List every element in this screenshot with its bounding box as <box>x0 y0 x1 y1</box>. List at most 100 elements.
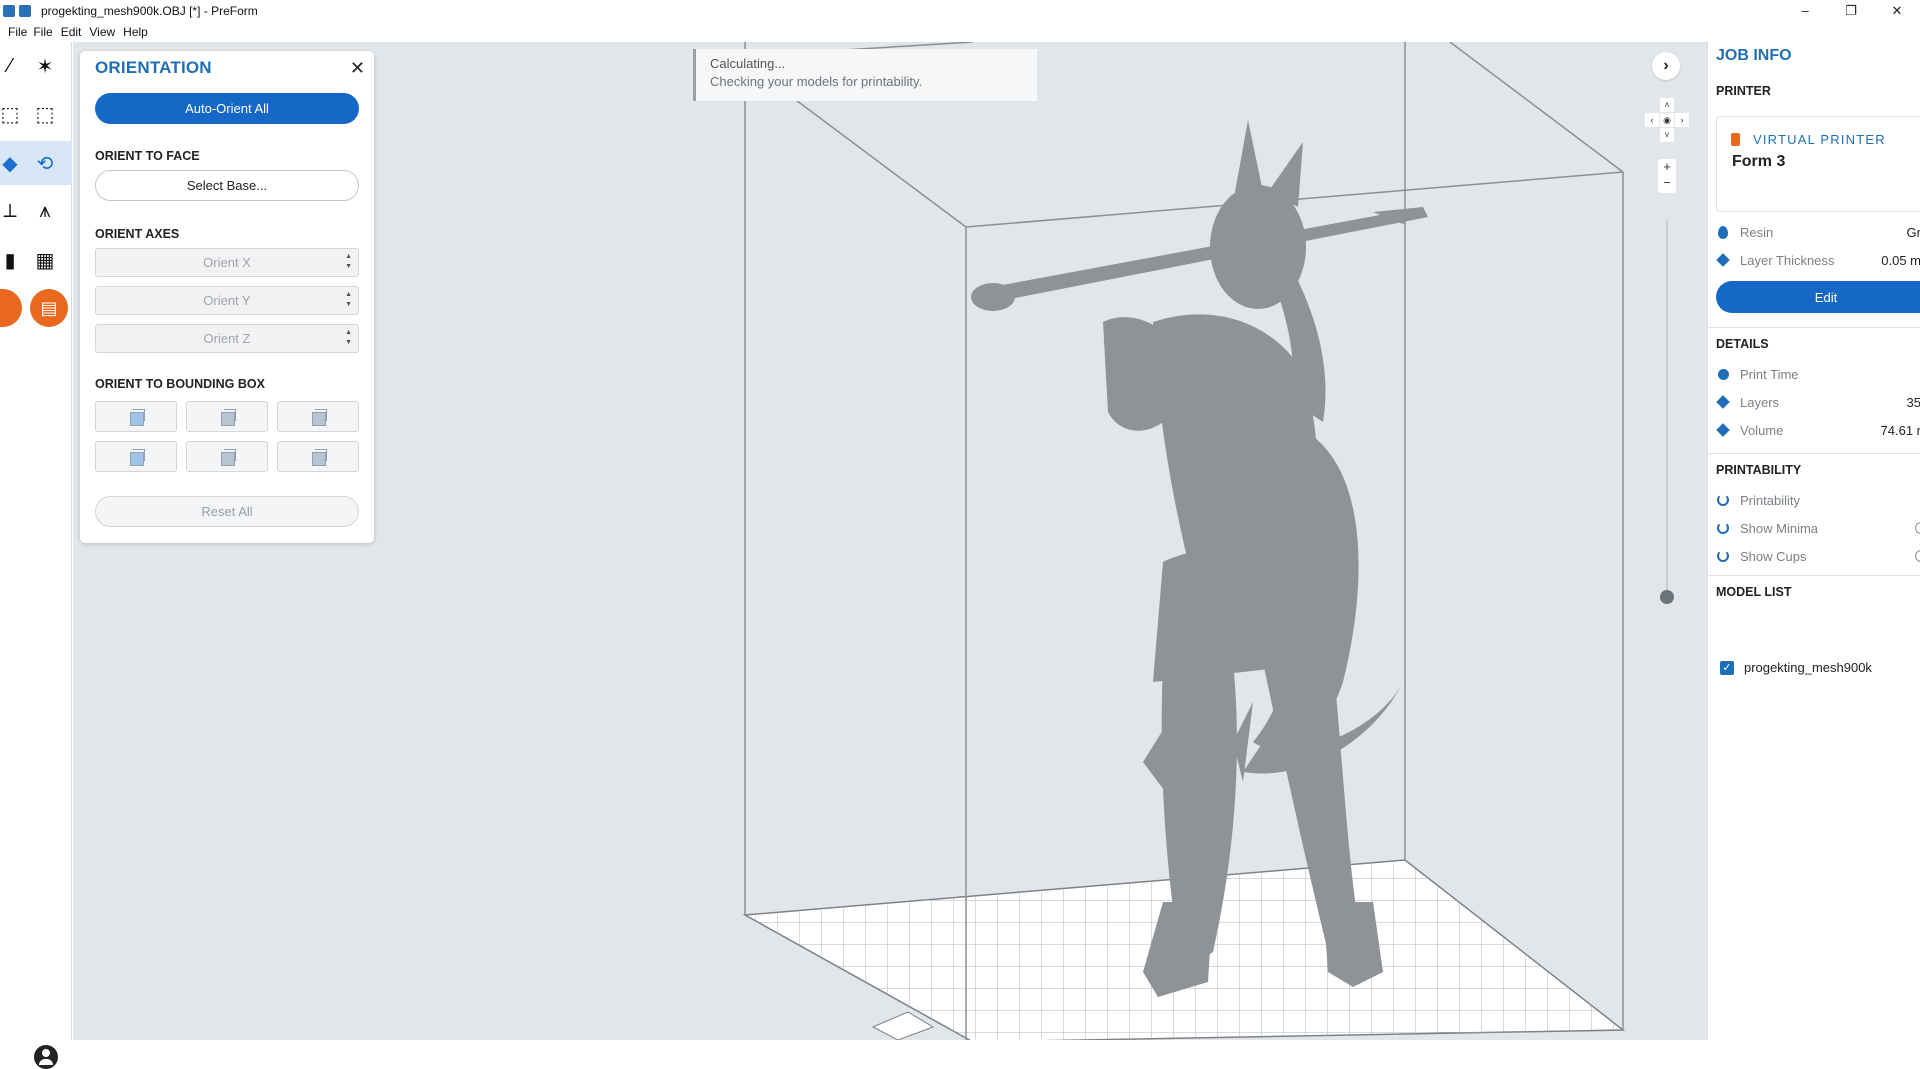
auto-orient-all-button[interactable]: Auto-Orient All <box>95 93 359 124</box>
app-icon <box>3 4 15 17</box>
printability-row: Printability <box>1716 490 1920 510</box>
model-list-label: MODEL LIST <box>1716 585 1792 599</box>
orient-icon[interactable]: ◆ <box>2 148 18 178</box>
job-info-panel: JOB INFO PRINTER VIRTUAL PRINTER Form 3 … <box>1707 42 1920 1040</box>
title-bar: progekting_mesh900k.OBJ [*] - PreForm – … <box>0 0 1920 21</box>
window-controls: – ❐ ✕ <box>1782 0 1920 21</box>
menu-help[interactable]: Help <box>123 25 156 39</box>
chevron-right-icon[interactable]: › <box>1652 52 1680 80</box>
menu-file[interactable]: File <box>33 25 60 39</box>
details-section-label: DETAILS <box>1716 337 1769 351</box>
tool-row-supports: ⟂ ⩚ <box>0 189 72 233</box>
print-partial-icon[interactable] <box>0 289 22 327</box>
orient-z-label: Orient Z <box>203 331 251 346</box>
layer-thickness-label: Layer Thickness <box>1740 252 1835 268</box>
bbox-left-button[interactable] <box>277 441 359 472</box>
supports-icon[interactable]: ⟂ <box>2 196 18 226</box>
printability-section-label: PRINTABILITY <box>1716 463 1802 477</box>
cube-right-icon <box>310 408 327 426</box>
tool-row-magic: ⁄ ✶ <box>0 44 72 88</box>
cube-front-icon <box>128 408 145 426</box>
print-time-row: Print Time <box>1716 364 1920 384</box>
supports-auto-icon[interactable]: ⩚ <box>30 196 60 226</box>
zoom-in-icon[interactable]: + <box>1658 159 1676 175</box>
model-name: progekting_mesh900k <box>1744 660 1872 675</box>
orientation-title: ORIENTATION <box>95 58 212 77</box>
resin-row: Resin Gr <box>1716 222 1920 242</box>
stepper-arrows-icon[interactable]: ▲ ▼ <box>345 290 352 310</box>
toast-message: Checking your models for printability. <box>710 74 923 89</box>
menu-file-0[interactable]: File <box>0 25 33 39</box>
printer-card[interactable]: VIRTUAL PRINTER Form 3 › <box>1716 116 1920 212</box>
menu-view[interactable]: View <box>89 25 123 39</box>
volume-value: 74.61 r <box>1880 422 1920 438</box>
reset-all-button[interactable]: Reset All <box>95 496 359 527</box>
cube-back-icon <box>128 448 145 466</box>
orient-x-stepper[interactable]: Orient X ▲ ▼ <box>95 248 359 277</box>
layout-icon[interactable]: ▮ <box>2 245 18 275</box>
wand-icon[interactable]: ⁄ <box>2 51 18 81</box>
job-info-title: JOB INFO <box>1716 47 1792 64</box>
menu-bar: File File Edit View Help <box>0 22 1920 42</box>
layers-row: Layers 35 <box>1716 392 1920 412</box>
bbox-back-button[interactable] <box>95 441 177 472</box>
zoom-out-icon[interactable]: − <box>1658 175 1676 191</box>
layers-label: Layers <box>1740 394 1780 410</box>
divider <box>1708 453 1920 454</box>
show-minima-toggle[interactable] <box>1915 522 1920 534</box>
printer-name: Form 3 <box>1732 153 1786 170</box>
zoom-controls: + − <box>1658 159 1676 193</box>
tool-row-layout: ▮ ▦ <box>0 238 72 282</box>
window-title: progekting_mesh900k.OBJ [*] - PreForm <box>41 3 258 18</box>
restore-button[interactable]: ❐ <box>1828 0 1874 21</box>
minimize-button[interactable]: – <box>1782 0 1828 21</box>
zoom-slider-track[interactable] <box>1666 220 1668 598</box>
bbox-bottom-button[interactable] <box>186 441 268 472</box>
pan-up-icon[interactable]: ˄ <box>1660 98 1674 112</box>
cube-left-icon <box>310 448 327 466</box>
magic-wand-icon[interactable]: ✶ <box>30 51 60 81</box>
orient-y-stepper[interactable]: Orient Y ▲ ▼ <box>95 286 359 315</box>
account-icon[interactable] <box>34 1045 58 1069</box>
print-icon[interactable]: ▤ <box>30 289 68 327</box>
tool-strip: ⁄ ✶ ⬚ ⬚ ◆ ⟲ ⟂ ⩚ ▮ ▦ ▤ <box>0 42 72 1069</box>
stepper-arrows-icon[interactable]: ▲ ▼ <box>345 328 352 348</box>
layer-thickness-row: Layer Thickness 0.05 m <box>1716 250 1920 270</box>
select-icon[interactable]: ⬚ <box>2 99 18 129</box>
bbox-right-button[interactable] <box>277 401 359 432</box>
bbox-top-button[interactable] <box>186 401 268 432</box>
menu-edit[interactable]: Edit <box>61 25 90 39</box>
toast-title: Calculating... <box>710 56 786 71</box>
orient-z-stepper[interactable]: Orient Z ▲ ▼ <box>95 324 359 353</box>
zoom-slider-handle[interactable] <box>1660 590 1674 604</box>
checkbox-checked-icon[interactable]: ✓ <box>1720 660 1734 675</box>
clock-icon <box>1717 368 1729 380</box>
show-cups-toggle[interactable] <box>1915 550 1920 562</box>
bbox-front-button[interactable] <box>95 401 177 432</box>
box-select-icon[interactable]: ⬚ <box>30 99 60 129</box>
pan-right-icon[interactable]: › <box>1675 113 1689 127</box>
volume-row: Volume 74.61 r <box>1716 420 1920 440</box>
edit-printer-button[interactable]: Edit <box>1716 281 1920 313</box>
volume-icon <box>1716 423 1730 437</box>
stepper-arrows-icon[interactable]: ▲ ▼ <box>345 252 352 272</box>
pan-down-icon[interactable]: ˅ <box>1660 128 1674 142</box>
orient-rotate-icon[interactable]: ⟲ <box>30 148 60 178</box>
tool-row-orient: ◆ ⟲ <box>0 141 72 185</box>
layout-grid-icon[interactable]: ▦ <box>30 245 60 275</box>
view-center-icon[interactable]: ◉ <box>1660 113 1674 127</box>
select-base-button[interactable]: Select Base... <box>95 170 359 201</box>
model-list-item[interactable]: ✓ progekting_mesh900k <box>1720 660 1872 675</box>
loading-spinner-icon <box>1717 494 1729 506</box>
close-window-button[interactable]: ✕ <box>1874 0 1920 21</box>
pan-left-icon[interactable]: ‹ <box>1645 113 1659 127</box>
divider <box>1708 575 1920 576</box>
pan-dpad-icon[interactable]: ˄ ‹ ◉ › ˅ <box>1645 98 1689 142</box>
orient-to-face-label: ORIENT TO FACE <box>95 149 200 163</box>
layers-value: 35 <box>1906 394 1920 410</box>
printability-label: Printability <box>1740 492 1800 508</box>
calculating-toast: Calculating... Checking your models for … <box>693 49 1037 101</box>
volume-label: Volume <box>1740 422 1784 438</box>
close-icon[interactable]: ✕ <box>350 58 365 79</box>
tool-row-print: ▤ <box>0 286 72 330</box>
